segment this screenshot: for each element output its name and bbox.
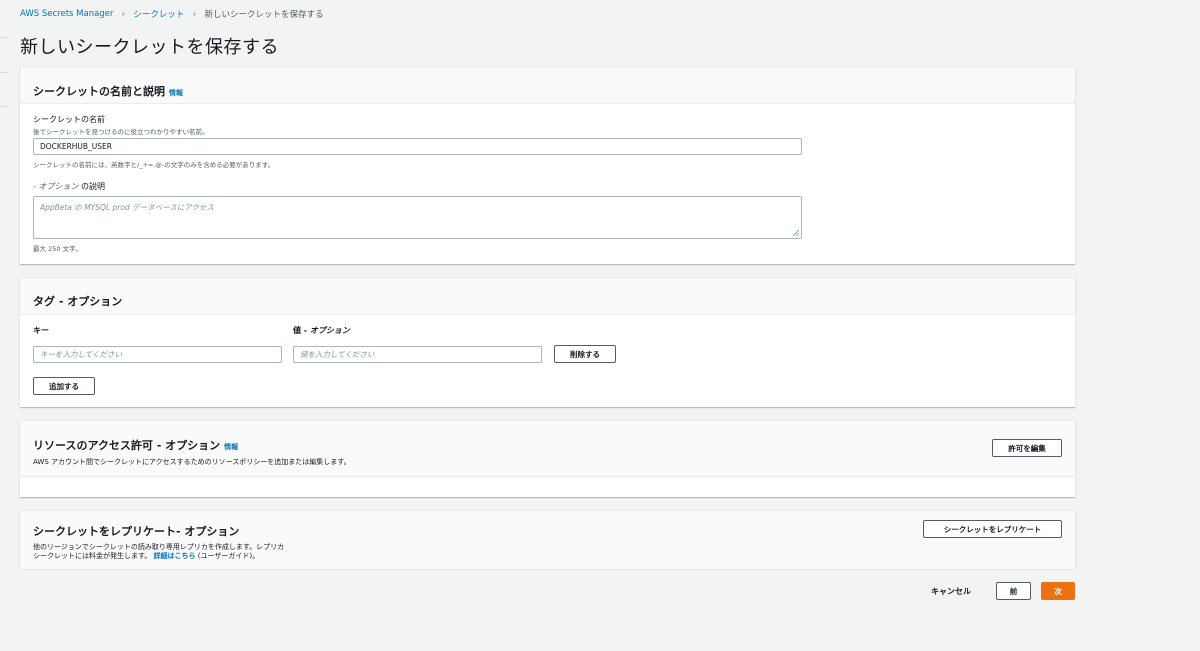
tag-value-label-prefix: 値 -: [293, 326, 308, 335]
breadcrumb-root-link[interactable]: AWS Secrets Manager: [20, 9, 113, 19]
tag-value-optional-tag: オプション: [309, 326, 350, 335]
learn-more-link[interactable]: 詳細はこちら: [154, 552, 196, 560]
info-link[interactable]: 情報: [224, 443, 238, 451]
secret-name-input[interactable]: DOCKERHUB_USER: [33, 138, 802, 155]
tag-value-input[interactable]: 値を入力してください: [293, 346, 542, 363]
panel-title: シークレットをレプリケート- オプション: [33, 525, 240, 538]
tag-key-label: キー: [33, 326, 49, 335]
resource-permissions-panel: リソースのアクセス許可 - オプション 情報 AWS アカウント間でシークレットに…: [20, 420, 1075, 497]
description-optional-tag: - オプション: [33, 182, 79, 191]
breadcrumb-secrets-link[interactable]: シークレット: [133, 8, 184, 20]
replicate-secret-panel: シークレットをレプリケート- オプション 他のリージョンでシークレットの読み取り…: [20, 510, 1075, 569]
sidebar-edge-divider: [0, 106, 8, 107]
description-placeholder: AppBeta の MYSQL prod データベースにアクセス: [40, 203, 214, 212]
panel-title: シークレットの名前と説明: [33, 85, 165, 98]
add-tag-button[interactable]: 追加する: [33, 377, 95, 395]
replicate-description: 他のリージョンでシークレットの読み取り専用レプリカを作成します。レプリカ シーク…: [33, 543, 1062, 561]
secret-name-constraint: シークレットの名前には、英数字と/_+=.@-の文字のみを含める必要があります。: [33, 161, 275, 169]
tag-key-input[interactable]: キーを入力してください: [33, 346, 282, 363]
secret-name-label: シークレットの名前: [33, 115, 105, 124]
edit-permissions-button[interactable]: 許可を編集: [992, 439, 1062, 457]
secret-name-panel: シークレットの名前と説明 情報 シークレットの名前 後でシークレットを見つけるのに…: [20, 67, 1075, 264]
remove-tag-button[interactable]: 削除する: [554, 345, 616, 363]
previous-button[interactable]: 前: [996, 582, 1031, 600]
breadcrumb-current: 新しいシークレットを保存する: [204, 10, 324, 20]
sidebar-edge-divider: [0, 37, 8, 38]
chevron-right-icon: ›: [192, 8, 197, 20]
description-textarea[interactable]: AppBeta の MYSQL prod データベースにアクセス: [33, 196, 802, 239]
replicate-description-suffix: (ユーザーガイド)。: [197, 552, 260, 560]
secret-name-hint: 後でシークレットを見つけるのに役立つわかりやすい名前。: [33, 128, 209, 136]
secret-name-panel-header: シークレットの名前と説明 情報: [20, 68, 1075, 104]
replicate-description-line1: 他のリージョンでシークレットの読み取り専用レプリカを作成します。レプリカ: [33, 543, 285, 551]
description-limit-hint: 最大 250 文字。: [33, 245, 83, 253]
replicate-description-line2: シークレットには料金が発生します。: [33, 552, 152, 560]
chevron-right-icon: ›: [121, 8, 126, 20]
tag-value-label: 値 - オプション: [293, 325, 350, 336]
cancel-button[interactable]: キャンセル: [931, 586, 971, 597]
next-button[interactable]: 次: [1041, 582, 1075, 600]
resource-permissions-panel-header: リソースのアクセス許可 - オプション 情報 AWS アカウント間でシークレットに…: [20, 421, 1075, 477]
description-label: - オプション の説明: [33, 181, 105, 192]
panel-title: リソースのアクセス許可 - オプション: [33, 439, 221, 452]
panel-title: タグ - オプション: [33, 295, 123, 308]
info-link[interactable]: 情報: [169, 89, 183, 97]
resize-handle-icon[interactable]: [793, 230, 799, 236]
tags-panel: タグ - オプション キー 値 - オプション キーを入力してください 値を入力…: [20, 277, 1075, 407]
sidebar-edge-divider: [0, 72, 8, 73]
resource-permissions-description: AWS アカウント間でシークレットにアクセスするためのリソースポリシーを追加また…: [33, 458, 351, 466]
replicate-secret-panel-header: シークレットをレプリケート- オプション 他のリージョンでシークレットの読み取り…: [20, 511, 1075, 569]
breadcrumb: AWS Secrets Manager › シークレット › 新しいシークレット…: [20, 8, 324, 21]
description-label-text: の説明: [80, 182, 105, 191]
page-title: 新しいシークレットを保存する: [20, 37, 279, 58]
replicate-secret-button[interactable]: シークレットをレプリケート: [923, 520, 1062, 538]
tags-panel-header: タグ - オプション: [20, 278, 1075, 315]
